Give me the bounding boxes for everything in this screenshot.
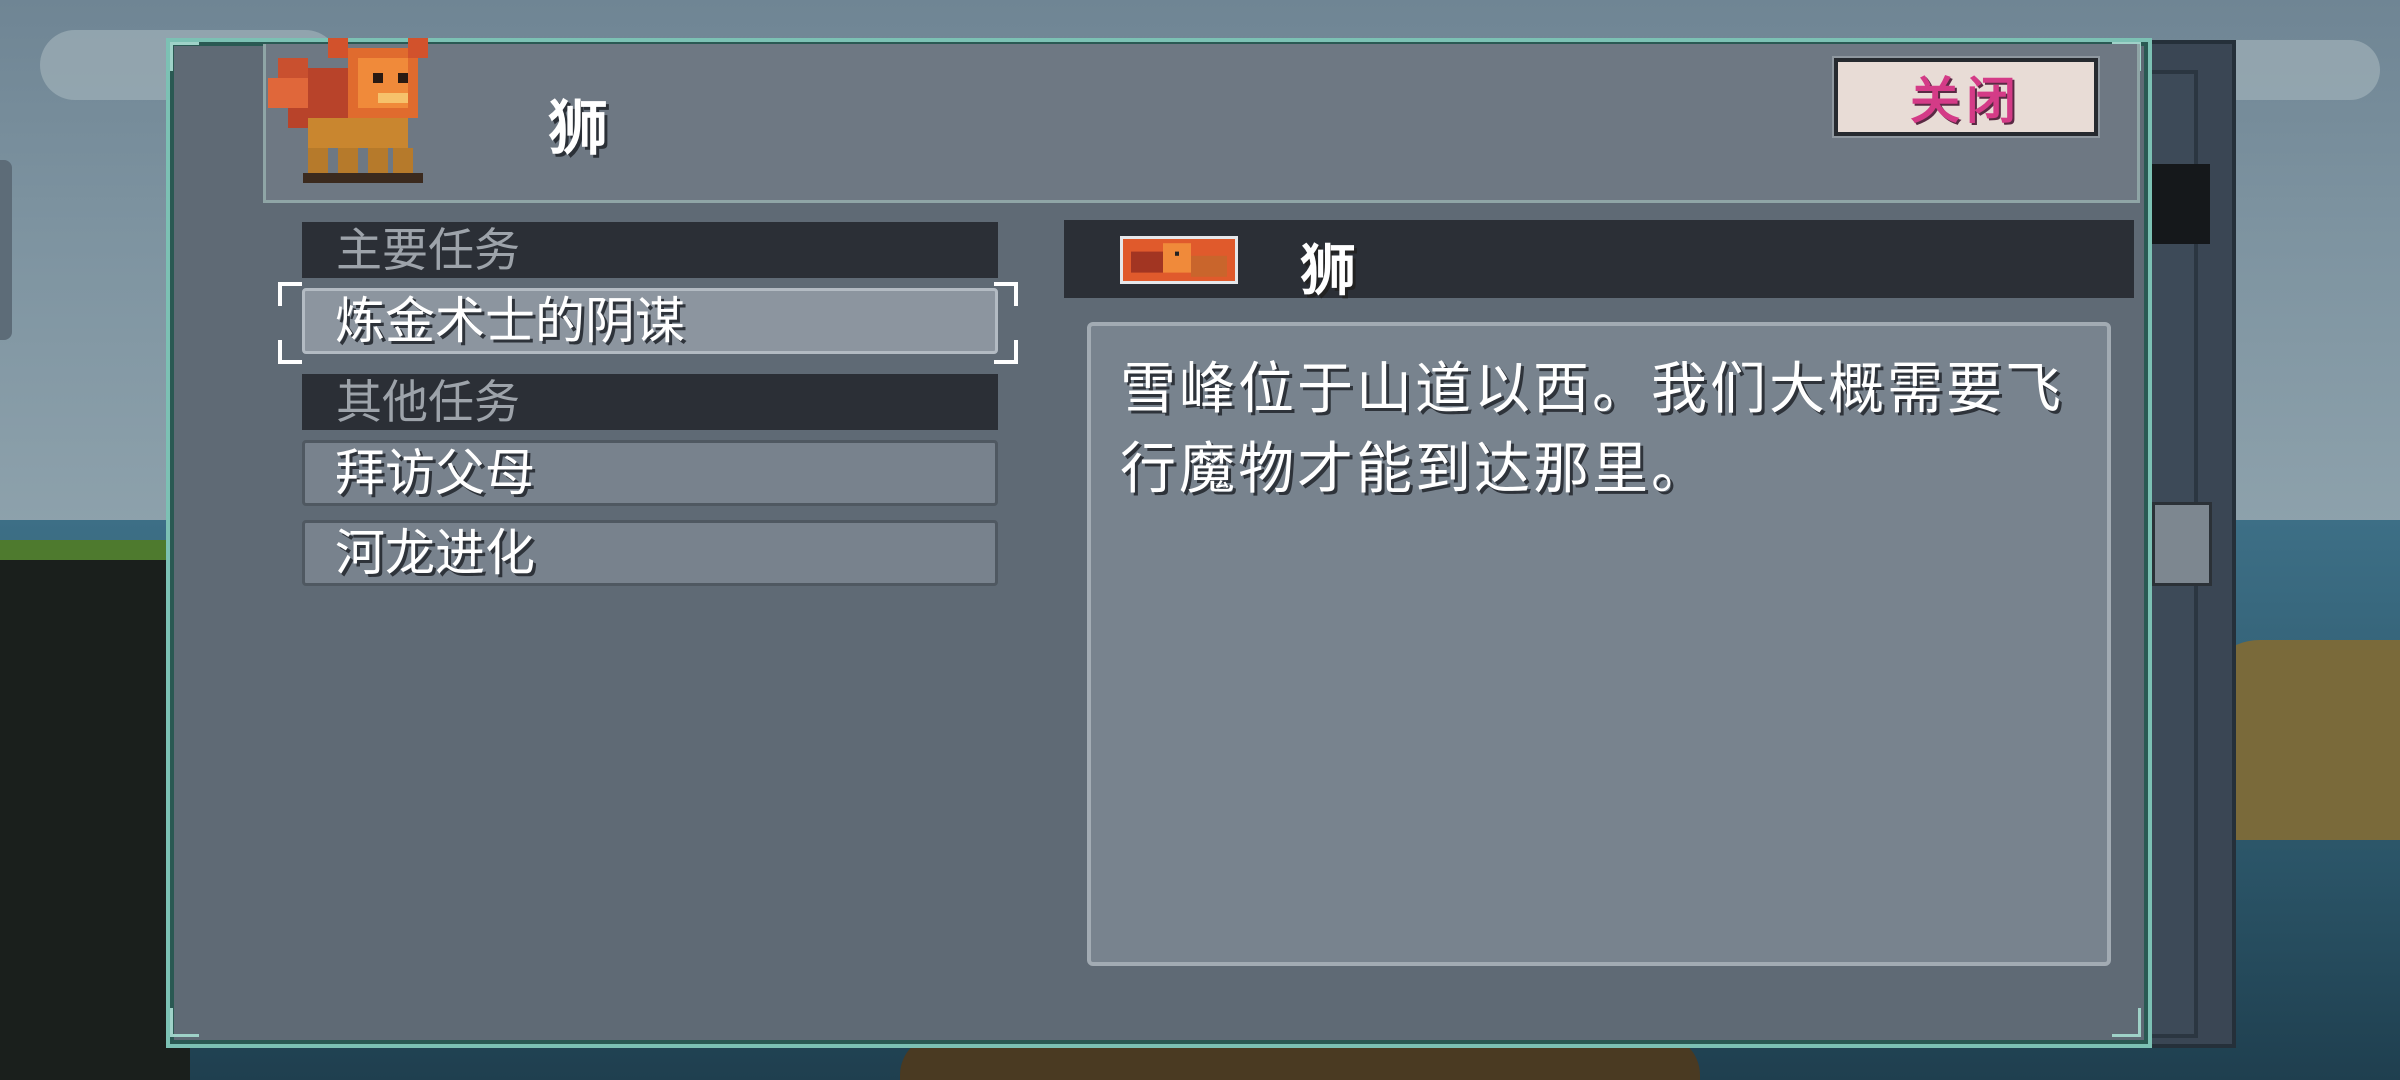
main-quest-section-label: 主要任务: [302, 222, 998, 278]
quest-item-visit-parents[interactable]: 拜访父母: [302, 440, 998, 506]
quest-item-alchemist-plot[interactable]: 炼金术士的阴谋: [302, 288, 998, 354]
fire-lion-icon: [268, 38, 428, 183]
pet-title: 狮: [548, 94, 608, 164]
selection-bracket: [994, 282, 1018, 306]
frame-corner: [170, 42, 199, 71]
close-button[interactable]: 关闭: [1834, 58, 2098, 136]
selection-bracket: [994, 340, 1018, 364]
cliff: [0, 560, 190, 1080]
quest-description: 雪峰位于山道以西。我们大概需要飞行魔物才能到达那里。: [1120, 357, 2064, 502]
frame-corner: [170, 1008, 199, 1037]
scroll-handle[interactable]: [2152, 502, 2212, 586]
frame-corner: [2112, 1008, 2141, 1037]
fire-lion-thumb-icon: [1120, 236, 1238, 284]
other-quest-section-label: 其他任务: [302, 374, 998, 430]
selection-bracket: [278, 282, 302, 306]
selection-bracket: [278, 340, 302, 364]
quest-item-river-dragon-evolution[interactable]: 河龙进化: [302, 520, 998, 586]
detail-title: 狮: [1300, 239, 1356, 304]
side-handle[interactable]: [0, 160, 12, 340]
scrollbar-top[interactable]: [2152, 164, 2210, 244]
